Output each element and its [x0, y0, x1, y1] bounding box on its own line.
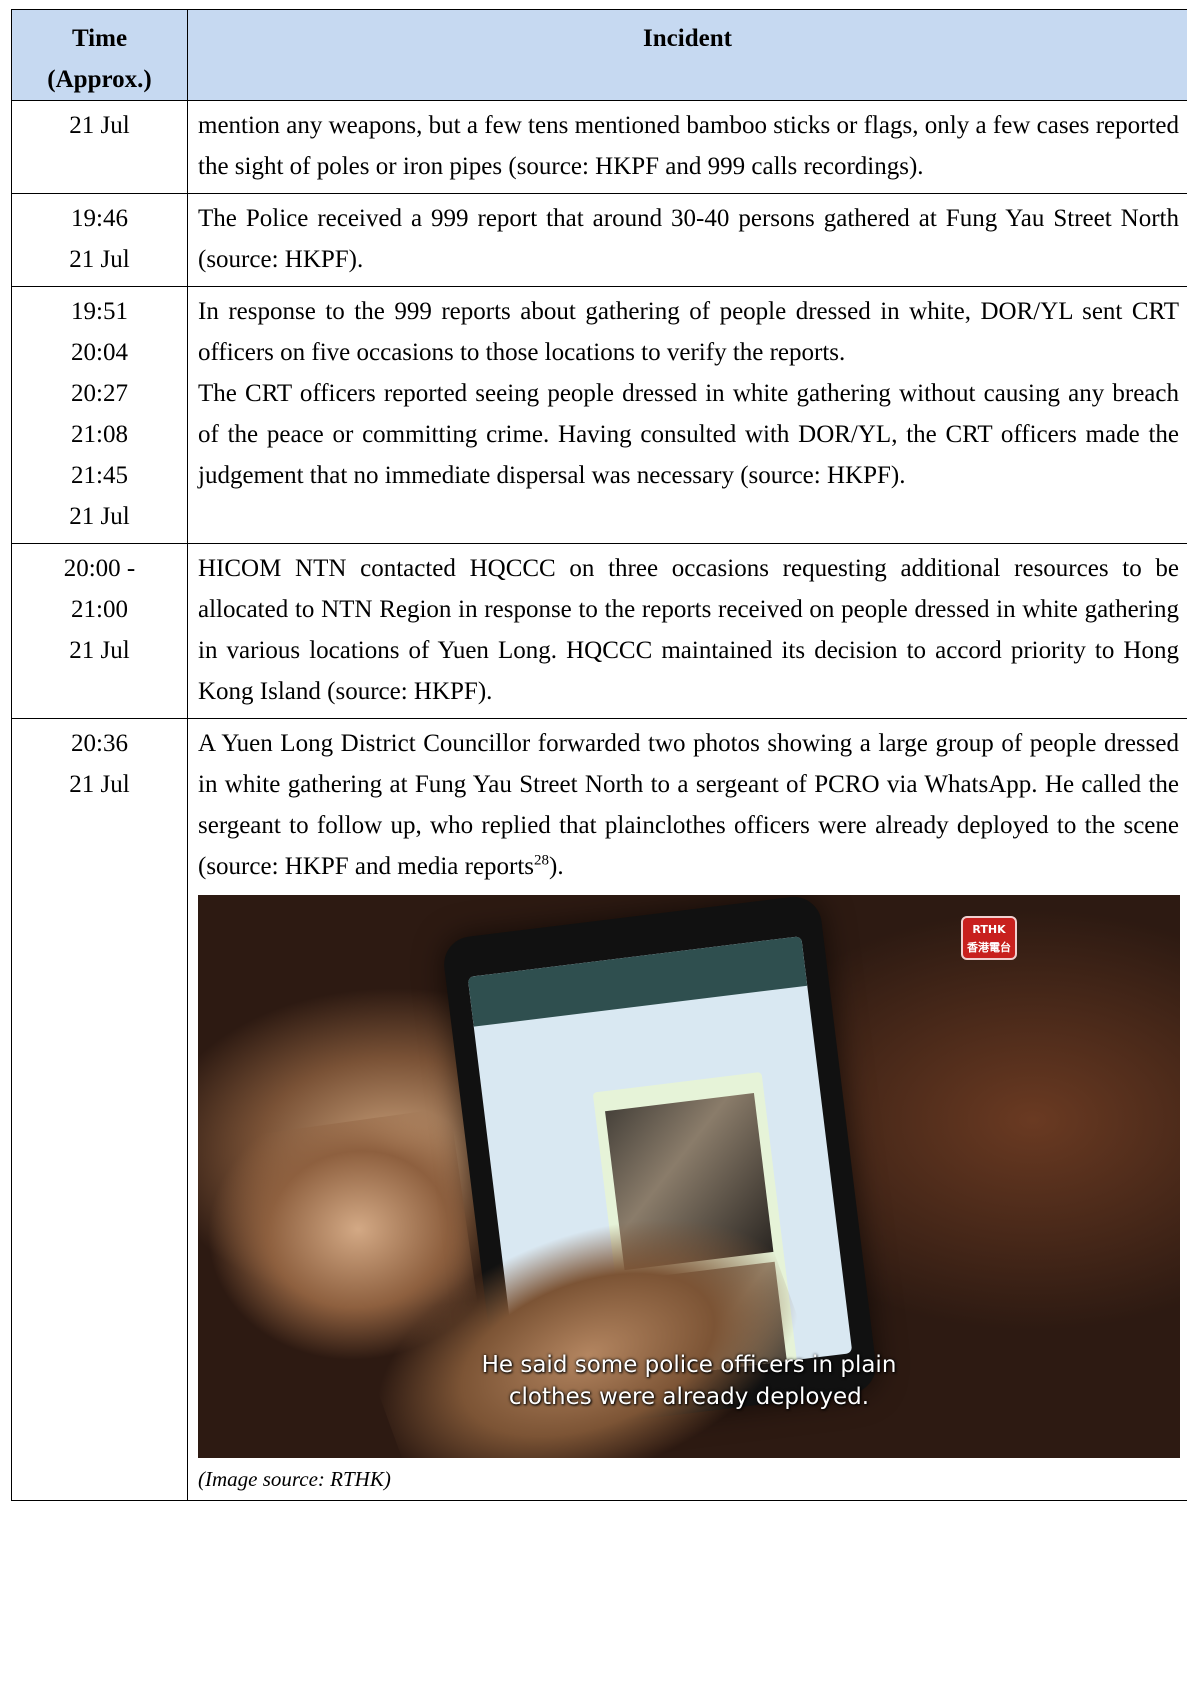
incident-cell: mention any weapons, but a few tens ment… [187, 100, 1187, 194]
time-cell: 20:00 - 21:00 21 Jul [11, 543, 188, 719]
date-value: 21 Jul [69, 246, 130, 273]
incident-cell: The Police received a 999 report that ar… [187, 193, 1187, 287]
table-row: 20:36 21 Jul A Yuen Long District Counci… [11, 718, 1187, 1501]
chat-header-bar [467, 936, 808, 1027]
incident-text: The Police received a 999 report that ar… [198, 205, 1179, 273]
header-time-label: Time [71, 25, 128, 52]
time-value: 21:45 [71, 462, 128, 489]
time-value: 21 Jul [69, 112, 130, 139]
incident-text-body: A Yuen Long District Councillor forwarde… [198, 730, 1179, 880]
date-value: 21 Jul [69, 503, 130, 530]
time-value: 19:51 [71, 298, 128, 325]
document-page: Time (Approx.) Incident 21 Jul mention a… [0, 0, 1187, 1689]
incident-text-tail: ). [549, 853, 564, 880]
date-value: 21 Jul [69, 771, 130, 798]
time-value: 20:04 [71, 339, 128, 366]
incident-text: HICOM NTN contacted HQCCC on three occas… [198, 555, 1179, 705]
news-screenshot-image: RTHK 香港電台 He said some police officers i… [198, 895, 1180, 1458]
logo-text-zh: 香港電台 [967, 941, 1011, 954]
header-time: Time (Approx.) [11, 9, 188, 101]
time-cell: 21 Jul [11, 100, 188, 194]
subtitle-line: He said some police officers in plain [481, 1352, 897, 1378]
table-row: 19:46 21 Jul The Police received a 999 r… [11, 193, 1187, 287]
incident-text: The CRT officers reported seeing people … [198, 380, 1179, 489]
time-value: 19:46 [71, 205, 128, 232]
time-cell: 19:51 20:04 20:27 21:08 21:45 21 Jul [11, 286, 188, 544]
table-row: 20:00 - 21:00 21 Jul HICOM NTN contacted… [11, 543, 1187, 719]
subtitle-line: clothes were already deployed. [508, 1384, 870, 1410]
time-value: 20:36 [71, 730, 128, 757]
video-subtitle: He said some police officers in plain cl… [198, 1349, 1180, 1413]
incident-cell: HICOM NTN contacted HQCCC on three occas… [187, 543, 1187, 719]
incident-cell: A Yuen Long District Councillor forwarde… [187, 718, 1187, 1501]
time-value: 21:00 [71, 596, 128, 623]
table-row: 21 Jul mention any weapons, but a few te… [11, 100, 1187, 194]
time-value: 21:08 [71, 421, 128, 448]
incident-text: A Yuen Long District Councillor forwarde… [198, 723, 1179, 887]
incident-cell: In response to the 999 reports about gat… [187, 286, 1187, 544]
time-value: 20:27 [71, 380, 128, 407]
table-row: 19:51 20:04 20:27 21:08 21:45 21 Jul In … [11, 286, 1187, 544]
incident-text: In response to the 999 reports about gat… [198, 298, 1179, 366]
date-value: 21 Jul [69, 637, 130, 664]
time-cell: 19:46 21 Jul [11, 193, 188, 287]
time-cell: 20:36 21 Jul [11, 718, 188, 1501]
incident-text: mention any weapons, but a few tens ment… [198, 112, 1179, 180]
logo-text-en: RTHK [972, 923, 1006, 936]
header-incident: Incident [187, 9, 1187, 101]
incident-timeline-table: Time (Approx.) Incident 21 Jul mention a… [11, 9, 1187, 1501]
time-value: 20:00 - [63, 555, 136, 582]
image-caption: (Image source: RTHK) [198, 1467, 391, 1491]
table-header-row: Time (Approx.) Incident [11, 9, 1187, 101]
rthk-logo: RTHK 香港電台 [961, 916, 1017, 960]
header-time-approx: (Approx.) [47, 66, 152, 93]
footnote-ref[interactable]: 28 [534, 853, 549, 869]
